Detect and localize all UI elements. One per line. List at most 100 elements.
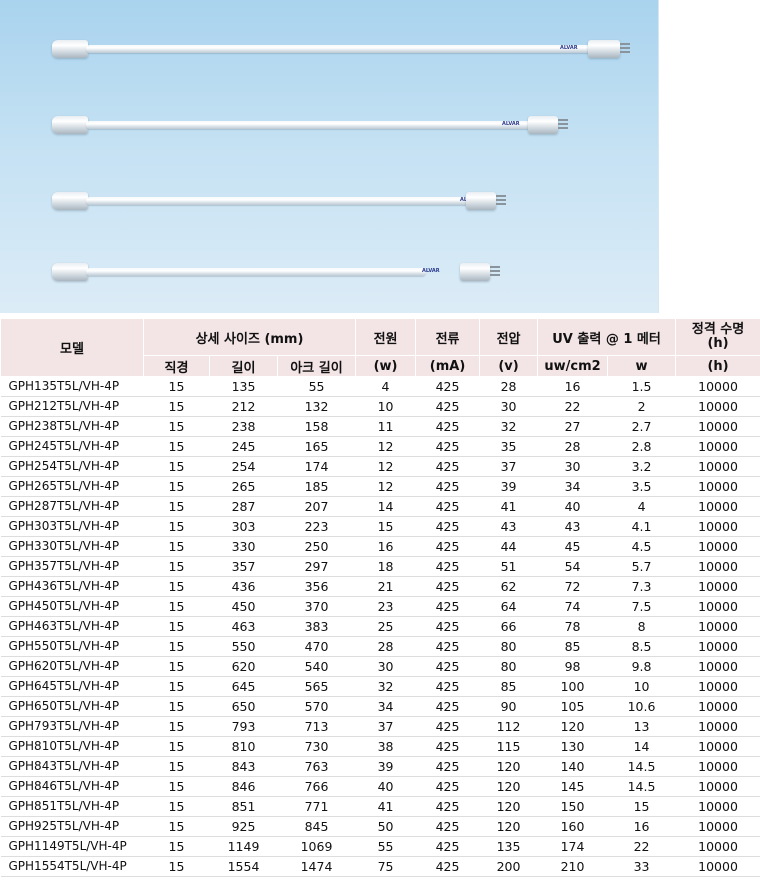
cell-power: 75 — [355, 856, 416, 877]
cell-length: 1149 — [209, 836, 278, 857]
cell-model: GPH238T5L/VH-4P — [0, 416, 144, 437]
cell-diameter: 15 — [143, 696, 210, 717]
cell-uv-watt: 8 — [607, 616, 676, 637]
lamp-tube — [86, 268, 426, 276]
lamp-spec-table: 모델 상세 사이즈 (mm) 전원 전류 전압 UV 출력 @ 1 메터 정격 … — [0, 318, 760, 877]
table-row: GPH810T5L/VH-4P 15 810 730 38 425 115 130 14 1000… — [0, 736, 760, 757]
table-row: GPH1149T5L/VH-4P 15 1149 1069 55 425 135 174 22 1… — [0, 836, 760, 857]
cell-power: 21 — [355, 576, 416, 597]
cell-model: GPH265T5L/VH-4P — [0, 476, 144, 497]
cell-voltage: 64 — [479, 596, 538, 617]
cell-current: 425 — [415, 656, 480, 677]
cell-model: GPH357T5L/VH-4P — [0, 556, 144, 577]
cell-model: GPH1554T5L/VH-4P — [0, 856, 144, 877]
cell-length: 330 — [209, 536, 278, 557]
cell-life: 10000 — [675, 836, 760, 857]
cell-diameter: 15 — [143, 516, 210, 537]
cell-length: 846 — [209, 776, 278, 797]
header-uv-unit-irradiance: uw/cm2 — [537, 355, 609, 377]
table-row: GPH212T5L/VH-4P 15 212 132 10 425 30 22 2 10000 — [0, 396, 760, 417]
cell-model: GPH330T5L/VH-4P — [0, 536, 144, 557]
cell-arc-length: 223 — [277, 516, 356, 537]
cell-diameter: 15 — [143, 576, 210, 597]
table-row: GPH843T5L/VH-4P 15 843 763 39 425 120 140 14.5 10… — [0, 756, 760, 777]
cell-power: 55 — [355, 836, 416, 857]
header-length: 길이 — [209, 355, 278, 377]
cell-model: GPH1149T5L/VH-4P — [0, 836, 144, 857]
cell-uv-watt: 2.8 — [607, 436, 676, 457]
cell-uv-irradiance: 210 — [537, 856, 608, 877]
cell-power: 15 — [355, 516, 416, 537]
cell-power: 12 — [355, 456, 416, 477]
cell-current: 425 — [415, 696, 480, 717]
cell-uv-irradiance: 105 — [537, 696, 608, 717]
cell-uv-watt: 4 — [607, 496, 676, 517]
uv-lamp-1: ALVAR — [52, 40, 630, 58]
cell-uv-watt: 14.5 — [607, 756, 676, 777]
cell-voltage: 41 — [479, 496, 538, 517]
cell-length: 851 — [209, 796, 278, 817]
lamp-tube — [86, 45, 596, 53]
header-size: 상세 사이즈 (mm) — [142, 318, 357, 356]
cell-current: 425 — [415, 776, 480, 797]
cell-uv-watt: 7.3 — [607, 576, 676, 597]
cell-power: 40 — [355, 776, 416, 797]
cell-uv-watt: 3.2 — [607, 456, 676, 477]
cell-current: 425 — [415, 636, 480, 657]
cell-diameter: 15 — [143, 616, 210, 637]
table-row: GPH1554T5L/VH-4P 15 1554 1474 75 425 200 210 33 1… — [0, 856, 760, 877]
cell-uv-irradiance: 174 — [537, 836, 608, 857]
cell-current: 425 — [415, 556, 480, 577]
cell-diameter: 15 — [143, 596, 210, 617]
cell-model: GPH450T5L/VH-4P — [0, 596, 144, 617]
header-life: 정격 수명 (h) — [675, 318, 760, 356]
cell-life: 10000 — [675, 776, 760, 797]
cell-uv-watt: 16 — [607, 816, 676, 837]
cell-power: 34 — [355, 696, 416, 717]
cell-length: 135 — [209, 376, 278, 397]
cell-length: 265 — [209, 476, 278, 497]
spec-table-body: GPH135T5L/VH-4P 15 135 55 4 425 28 16 1.5 10000 GP… — [0, 376, 760, 877]
cell-life: 10000 — [675, 456, 760, 477]
cell-length: 620 — [209, 656, 278, 677]
cell-model: GPH287T5L/VH-4P — [0, 496, 144, 517]
cell-arc-length: 158 — [277, 416, 356, 437]
lamp-pins — [620, 43, 630, 55]
cell-arc-length: 470 — [277, 636, 356, 657]
table-row: GPH357T5L/VH-4P 15 357 297 18 425 51 54 5.7 10000 — [0, 556, 760, 577]
cell-diameter: 15 — [143, 676, 210, 697]
cell-arc-length: 132 — [277, 396, 356, 417]
cell-voltage: 120 — [479, 816, 538, 837]
cell-diameter: 15 — [143, 456, 210, 477]
cell-diameter: 15 — [143, 816, 210, 837]
cell-length: 843 — [209, 756, 278, 777]
cell-diameter: 15 — [143, 836, 210, 857]
table-row: GPH620T5L/VH-4P 15 620 540 30 425 80 98 9.8 10000 — [0, 656, 760, 677]
cell-model: GPH843T5L/VH-4P — [0, 756, 144, 777]
header-voltage-unit: (v) — [479, 355, 539, 377]
cell-length: 238 — [209, 416, 278, 437]
cell-voltage: 62 — [479, 576, 538, 597]
table-row: GPH645T5L/VH-4P 15 645 565 32 425 85 100 10 10000 — [0, 676, 760, 697]
table-row: GPH254T5L/VH-4P 15 254 174 12 425 37 30 3.2 10000 — [0, 456, 760, 477]
cell-diameter: 15 — [143, 716, 210, 737]
cell-length: 463 — [209, 616, 278, 637]
cell-length: 436 — [209, 576, 278, 597]
cell-voltage: 28 — [479, 376, 538, 397]
cell-model: GPH245T5L/VH-4P — [0, 436, 144, 457]
cell-voltage: 85 — [479, 676, 538, 697]
table-row: GPH851T5L/VH-4P 15 851 771 41 425 120 150 15 1000… — [0, 796, 760, 817]
uv-lamp-3: ALVAR — [52, 192, 507, 210]
cell-uv-watt: 1.5 — [607, 376, 676, 397]
cell-diameter: 15 — [143, 776, 210, 797]
cell-life: 10000 — [675, 656, 760, 677]
lamp-logo: ALVAR — [422, 268, 440, 274]
cell-voltage: 37 — [479, 456, 538, 477]
cell-uv-irradiance: 74 — [537, 596, 608, 617]
cell-length: 357 — [209, 556, 278, 577]
table-row: GPH245T5L/VH-4P 15 245 165 12 425 35 28 2.8 10000 — [0, 436, 760, 457]
cell-length: 1554 — [209, 856, 278, 877]
cell-uv-irradiance: 120 — [537, 716, 608, 737]
cell-voltage: 112 — [479, 716, 538, 737]
cell-arc-length: 297 — [277, 556, 356, 577]
